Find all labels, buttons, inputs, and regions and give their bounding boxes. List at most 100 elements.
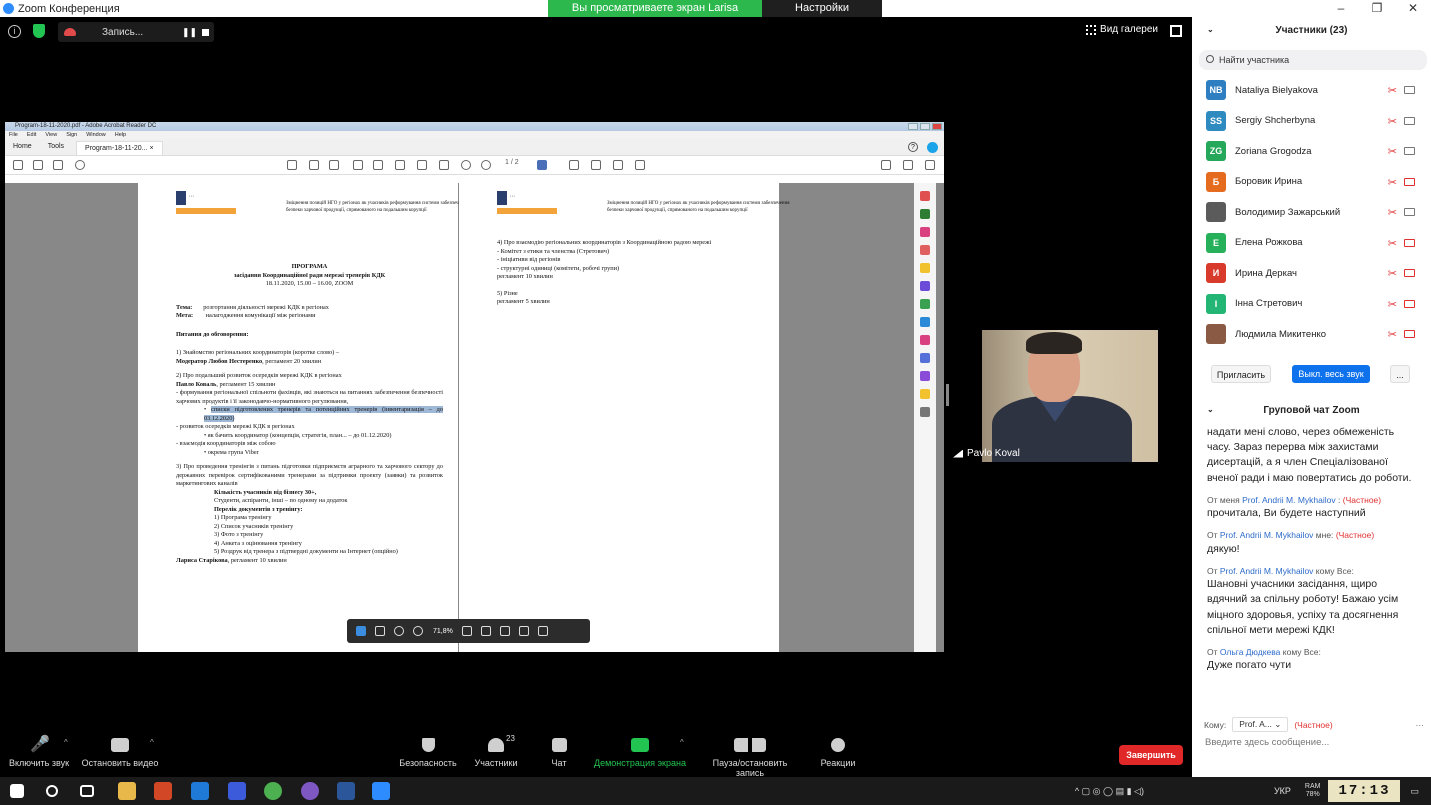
mute-all-button[interactable]: Выкл. весь звук [1292, 365, 1370, 383]
audio-options-caret[interactable]: ^ [64, 738, 68, 747]
task-view-icon[interactable] [80, 785, 94, 797]
participant-row[interactable]: SS Sergiy Shcherbyna ✂ [1192, 106, 1431, 137]
camera-icon [1404, 299, 1415, 308]
avatar: І [1206, 293, 1226, 314]
item-3-doc2: 2) Список учасників тренінгу [214, 522, 294, 530]
view-options-button[interactable]: Настройки просмотра ⌄ [762, 0, 882, 31]
participant-row[interactable]: Володимир Зажарський ✂ [1192, 197, 1431, 228]
word-icon[interactable] [337, 782, 355, 800]
tab-document: Program-18-11-20... × [76, 141, 163, 155]
info-icon[interactable]: i [8, 25, 21, 38]
share-screen-button[interactable]: Демонстрация экрана ^ [593, 738, 687, 768]
participant-row[interactable]: ZG Zoriana Grogodza ✂ [1192, 136, 1431, 167]
participant-row[interactable]: І Інна Стретович ✂ [1192, 289, 1431, 320]
view-splitter[interactable] [946, 384, 949, 406]
stop-recording-icon[interactable] [202, 28, 209, 36]
to-label: Кому: [1204, 719, 1227, 730]
end-meeting-button[interactable]: Завершить [1119, 745, 1183, 765]
recipient-select[interactable]: Prof. A... ⌄ [1232, 717, 1289, 732]
document-area: ▪ ▪ ▪ Зміцнення позицій НГО у регіонах я… [5, 183, 944, 652]
search-taskbar-icon[interactable] [46, 785, 58, 797]
pdf-page-1: ▪ ▪ ▪ Зміцнення позицій НГО у регіонах я… [138, 183, 469, 652]
participant-video[interactable] [982, 330, 1158, 462]
participants-button[interactable]: 23 Участники [472, 734, 520, 768]
print-icon [53, 160, 63, 170]
security-button[interactable]: Безопасность [398, 738, 458, 768]
edge-icon[interactable] [191, 782, 209, 800]
zoom-out-icon [394, 626, 404, 636]
close-icon[interactable]: ✕ [1395, 0, 1431, 17]
chat-recipient: : [1338, 494, 1341, 505]
chrome-icon[interactable] [264, 782, 282, 800]
binoculars-icon [439, 160, 449, 170]
acrobat-toolbar: 1 / 2 [5, 156, 944, 175]
security-shield-icon[interactable] [33, 24, 45, 38]
camera-icon [1404, 330, 1415, 338]
gallery-view-button[interactable]: Вид галереи [1086, 24, 1158, 35]
viber-icon[interactable] [301, 782, 319, 800]
avatar [1206, 202, 1226, 223]
video-options-caret[interactable]: ^ [150, 738, 154, 747]
menu-window: Window [86, 132, 106, 138]
participants-title: Участники (23) [1275, 25, 1348, 36]
participant-row[interactable]: И Ирина Деркач ✂ [1192, 258, 1431, 289]
fullscreen-icon[interactable] [1170, 25, 1182, 37]
fill-sign-icon [881, 160, 891, 170]
pause-stop-recording-button[interactable]: Пауза/остановить запись [698, 738, 802, 778]
goal-text: налагодження комунікації між регіонами [205, 312, 316, 319]
item-1-time: , регламент 20 хвилин [262, 357, 322, 365]
chat-input[interactable]: Введите здесь сообщение... [1205, 737, 1329, 748]
doc-title: ПРОГРАМА [291, 263, 328, 270]
stop-video-button[interactable]: Остановить видео ^ [80, 738, 160, 768]
avatar: NB [1206, 80, 1226, 101]
window-controls: – ❐ ✕ [1323, 0, 1431, 17]
pause-recording-icon[interactable]: ❚❚ [182, 27, 197, 38]
item-1: 1) Знайомство регіональних координаторів… [176, 349, 339, 356]
reactions-button[interactable]: Реакции [818, 738, 858, 768]
clock[interactable]: 17:13 [1328, 780, 1401, 802]
cut-icon [353, 160, 363, 170]
restore-icon[interactable]: ❐ [1359, 0, 1395, 17]
item-4-time: регламент 10 хвилин [497, 273, 553, 280]
chat-collapse-chevron-icon[interactable]: ⌄ [1207, 405, 1214, 414]
powerpoint-icon[interactable] [154, 782, 172, 800]
ram-indicator: RAM 78% [1305, 783, 1321, 799]
scroll-mode-icon [537, 160, 547, 170]
item-2-viber: окрема група Viber [207, 448, 259, 456]
camera-icon [1404, 86, 1415, 94]
edit-pdf-icon [920, 227, 930, 237]
participant-row[interactable]: Е Елена Рожкова ✂ [1192, 228, 1431, 259]
explorer-icon[interactable] [118, 782, 136, 800]
unmute-button[interactable]: 🎤 Включить звук ^ [8, 737, 70, 769]
chat-more-icon[interactable]: ··· [1416, 720, 1425, 730]
video-name-label: Pavlo Koval [953, 448, 1020, 459]
item-3-doc1: 1) Програма тренінгу [214, 514, 272, 521]
item-4-b: - ініціативи від регіонів [497, 256, 561, 263]
grid-icon [1086, 24, 1097, 35]
zoom-taskbar-icon[interactable] [372, 782, 390, 800]
invite-button[interactable]: Пригласить [1211, 365, 1271, 383]
share-options-caret[interactable]: ^ [680, 738, 684, 747]
more-options-button[interactable]: ... [1390, 365, 1410, 383]
chat-private: (Частное) [1342, 494, 1382, 505]
save-app-icon[interactable] [228, 782, 246, 800]
chat-recipient-row: Кому: Prof. A... ⌄ (Частное) ··· [1204, 717, 1424, 732]
participant-row[interactable]: NB Nataliya Bielyakova ✂ [1192, 75, 1431, 106]
item-4-c: - структурні одиниці (комітети, робочі г… [497, 264, 620, 272]
start-icon[interactable] [10, 784, 24, 798]
participant-row[interactable]: Людмила Микитенко ✂ [1192, 319, 1431, 350]
item-1-moderator: Модератор Любов Нестеренко [176, 357, 263, 365]
participant-name: Боровик Ирина [1235, 176, 1303, 188]
collapse-chevron-icon[interactable]: ⌄ [1207, 25, 1214, 34]
item-2-desc: - формування регіональної спільноти фахі… [176, 389, 443, 405]
chat-button[interactable]: Чат [545, 738, 573, 768]
participant-row[interactable]: Б Боровик Ирина ✂ [1192, 167, 1431, 198]
minimize-icon[interactable]: – [1323, 0, 1359, 17]
chat-from-prefix: От [1207, 565, 1218, 576]
pause-stop-icon [734, 738, 766, 752]
participant-search-input[interactable]: Найти участника [1199, 50, 1427, 70]
doc-header: Зміцнення позицій НГО у регіонах як учас… [286, 201, 469, 213]
language-indicator[interactable]: УКР [1274, 786, 1291, 796]
notifications-icon[interactable]: ▭ [1410, 786, 1419, 797]
share-banner: Вы просматриваете экран Larisa Starikova… [548, 0, 882, 31]
